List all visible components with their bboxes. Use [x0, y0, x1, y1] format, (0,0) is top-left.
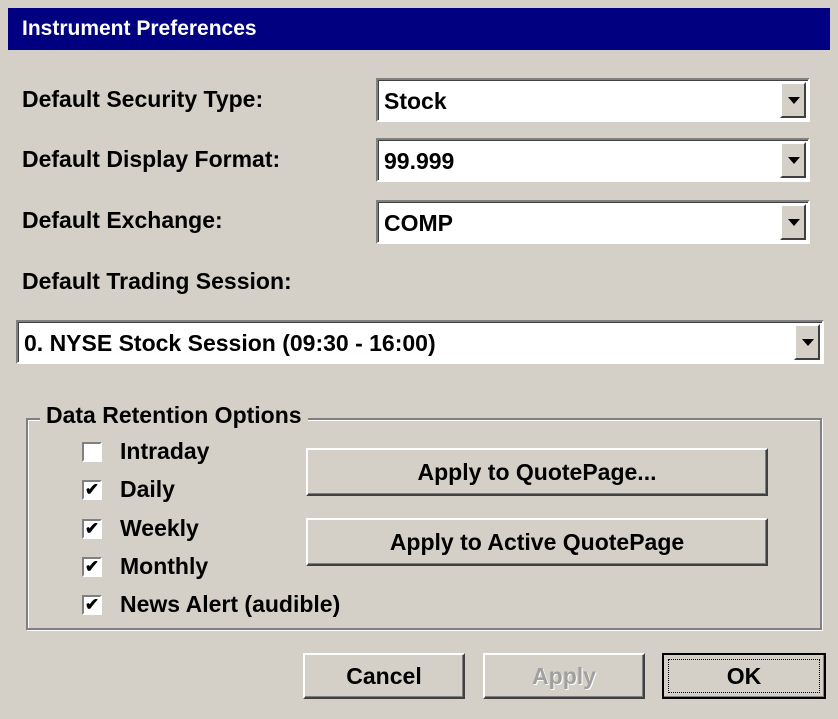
checkbox-checked-icon[interactable]: ✔ — [82, 557, 102, 577]
dropdown-arrow-icon[interactable] — [780, 204, 806, 240]
checkbox-label: Weekly — [120, 515, 199, 541]
security-type-value: Stock — [384, 88, 447, 114]
title-bar: Instrument Preferences — [8, 8, 830, 50]
dropdown-arrow-icon[interactable] — [780, 82, 806, 118]
security-type-select[interactable]: Stock — [376, 78, 810, 122]
instrument-preferences-dialog: Instrument Preferences Default Security … — [0, 0, 838, 719]
ok-button[interactable]: OK — [662, 653, 826, 699]
dropdown-arrow-icon[interactable] — [780, 142, 806, 178]
exchange-select[interactable]: COMP — [376, 200, 810, 244]
checkbox-label: News Alert (audible) — [120, 591, 341, 617]
display-format-label: Default Display Format: — [22, 146, 281, 172]
cancel-button[interactable]: Cancel — [303, 653, 465, 699]
apply-button[interactable]: Apply — [483, 653, 645, 699]
checkbox-label: Monthly — [120, 553, 209, 579]
trading-session-select[interactable]: 0. NYSE Stock Session (09:30 - 16:00) — [16, 320, 824, 364]
checkbox-icon[interactable] — [82, 442, 102, 462]
focus-rectangle — [668, 659, 820, 693]
apply-to-quotepage-button[interactable]: Apply to QuotePage... — [306, 448, 768, 496]
dropdown-arrow-icon[interactable] — [794, 324, 820, 360]
checkbox-checked-icon[interactable]: ✔ — [82, 595, 102, 615]
security-type-label: Default Security Type: — [22, 86, 264, 112]
display-format-select[interactable]: 99.999 — [376, 138, 810, 182]
checkbox-label: Intraday — [120, 438, 210, 464]
display-format-value: 99.999 — [384, 148, 455, 174]
checkbox-checked-icon[interactable]: ✔ — [82, 480, 102, 500]
apply-to-active-quotepage-button[interactable]: Apply to Active QuotePage — [306, 518, 768, 566]
exchange-value: COMP — [384, 210, 453, 236]
checkbox-label: Daily — [120, 476, 175, 502]
exchange-label: Default Exchange: — [22, 207, 223, 233]
trading-session-label: Default Trading Session: — [22, 268, 292, 294]
checkbox-checked-icon[interactable]: ✔ — [82, 519, 102, 539]
trading-session-value: 0. NYSE Stock Session (09:30 - 16:00) — [24, 330, 436, 356]
data-retention-title: Data Retention Options — [40, 402, 308, 429]
